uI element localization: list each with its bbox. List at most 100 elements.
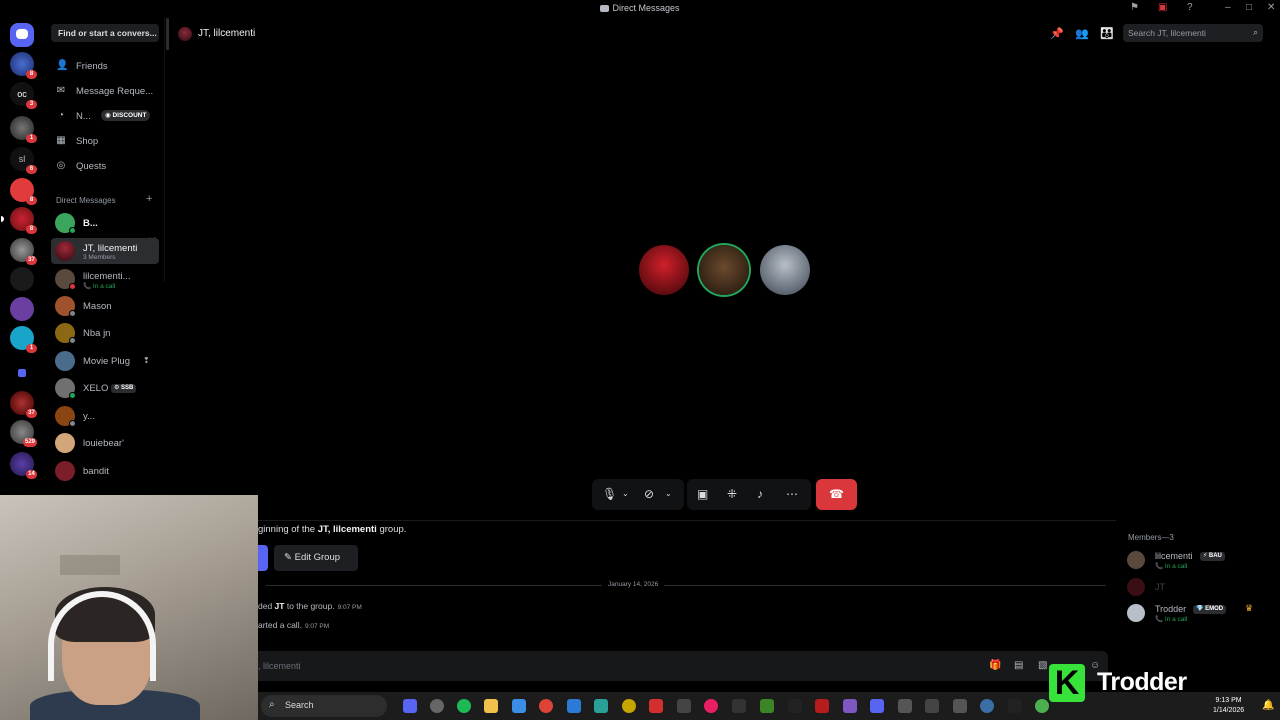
member-item[interactable]: Trodder 💎 EMOD ♛ 📞 In a call bbox=[1127, 602, 1277, 626]
dm-item-selected[interactable]: JT, lilcementi 3 Members bbox=[51, 238, 159, 264]
activities-icon[interactable]: ⁜ bbox=[727, 487, 737, 501]
channel-header: JT, lilcementi 📌 👥 👪 Search JT, lilcemen… bbox=[165, 18, 1280, 50]
message-input[interactable]: , lilcementi 🎁 ▤ ▧ ☺ bbox=[258, 651, 1108, 681]
window-title: Direct Messages bbox=[0, 3, 1280, 13]
member-item[interactable]: JT bbox=[1127, 576, 1277, 600]
dm-item[interactable]: lilcementi... 📞 In a call bbox=[51, 266, 1198, 720]
app-icon[interactable] bbox=[704, 699, 718, 713]
file-explorer-icon[interactable] bbox=[484, 699, 498, 713]
create-dm-plus-icon[interactable]: + bbox=[146, 193, 152, 205]
taskbar-search[interactable]: ⌕ Search bbox=[261, 695, 387, 717]
app-icon[interactable] bbox=[953, 699, 967, 713]
close-window-icon[interactable]: ✕ bbox=[1267, 2, 1275, 13]
app-icon[interactable] bbox=[649, 699, 663, 713]
pencil-icon: ✎ bbox=[284, 552, 295, 563]
nav-quests[interactable]: ◎ Quests bbox=[51, 155, 159, 177]
dm-item[interactable]: bandit bbox=[51, 458, 159, 484]
dm-item[interactable]: B... bbox=[51, 210, 159, 236]
sticker-icon[interactable]: ▧ bbox=[1038, 660, 1047, 671]
add-friends-icon[interactable]: 👥 bbox=[1075, 27, 1089, 40]
app-icon[interactable] bbox=[677, 699, 691, 713]
screen-share-icon[interactable]: ▣ bbox=[697, 487, 708, 501]
notification-bell-icon[interactable]: 🔔 bbox=[1262, 700, 1274, 711]
folder-icon[interactable] bbox=[10, 361, 34, 385]
app-icon[interactable] bbox=[843, 699, 857, 713]
chevron-down-icon[interactable]: ⌄ bbox=[665, 487, 672, 501]
nav-message-requests[interactable]: ✉ Message Reque... bbox=[51, 80, 159, 102]
discord-taskbar-icon[interactable] bbox=[403, 699, 417, 713]
app-icon[interactable] bbox=[980, 699, 994, 713]
system-clock[interactable]: 9:13 PM 1/14/2026 bbox=[1213, 696, 1244, 716]
maximize-icon[interactable]: □ bbox=[1246, 2, 1252, 13]
find-conversation-button[interactable]: Find or start a convers... bbox=[51, 24, 159, 42]
server-icon[interactable]: 37 bbox=[10, 391, 37, 418]
server-icon[interactable]: 37 bbox=[10, 238, 37, 265]
app-icon[interactable] bbox=[1008, 699, 1022, 713]
camera-off-icon[interactable]: ⊘ bbox=[644, 487, 654, 501]
microphone-icon[interactable]: 🎙 bbox=[602, 487, 617, 501]
app-icon[interactable] bbox=[732, 699, 746, 713]
shop-icon: ▦ bbox=[56, 135, 66, 146]
dm-item[interactable]: Movie Plug ❢ bbox=[51, 348, 159, 374]
app-icon[interactable] bbox=[622, 699, 636, 713]
help-icon[interactable]: ? bbox=[1187, 2, 1193, 13]
more-options-icon[interactable]: ⋯ bbox=[786, 487, 798, 501]
chevron-down-icon[interactable]: ⌄ bbox=[622, 487, 629, 501]
participant-avatar[interactable] bbox=[760, 245, 810, 295]
server-icon[interactable]: sl 6 bbox=[10, 147, 37, 174]
server-icon[interactable] bbox=[10, 297, 34, 321]
monitor-icon[interactable]: ▣ bbox=[1158, 2, 1167, 13]
app-icon[interactable] bbox=[1035, 699, 1049, 713]
nav-shop[interactable]: ▦ Shop bbox=[51, 130, 159, 152]
server-icon[interactable]: 8 bbox=[1, 207, 37, 234]
gif-icon[interactable]: ▤ bbox=[1014, 660, 1023, 671]
member-item[interactable]: lilcementi ⚡ BAU 📞 In a call bbox=[1127, 549, 1277, 573]
app-icon[interactable] bbox=[870, 699, 884, 713]
system-message: arted a call. 9:07 PM bbox=[258, 620, 330, 630]
edit-group-button[interactable]: ✎ Edit Group bbox=[274, 545, 358, 571]
avatar bbox=[55, 351, 75, 371]
app-icon[interactable] bbox=[594, 699, 608, 713]
home-button[interactable] bbox=[10, 23, 34, 47]
envelope-icon: ✉ bbox=[56, 85, 66, 96]
nav-nitro[interactable]: ◔ N... ◉ DISCOUNT bbox=[51, 105, 159, 127]
server-icon[interactable]: 8 bbox=[10, 178, 37, 205]
disconnect-button[interactable]: ☎ bbox=[816, 479, 857, 510]
search-input[interactable]: Search JT, lilcementi ⌕ bbox=[1123, 24, 1263, 42]
audio-video-controls: 🎙 ⌄ ⊘ ⌄ bbox=[592, 479, 684, 510]
participant-avatar-speaking[interactable] bbox=[699, 245, 749, 295]
pin-icon[interactable]: 📌 bbox=[1050, 27, 1064, 40]
dm-item[interactable]: louiebear' bbox=[51, 430, 159, 456]
minimize-icon[interactable]: – bbox=[1225, 2, 1231, 13]
minecraft-icon[interactable] bbox=[760, 699, 774, 713]
dm-item[interactable]: XELO ⚙ SSB bbox=[51, 375, 159, 401]
server-icon[interactable]: 14 bbox=[10, 452, 37, 479]
nav-friends[interactable]: 👤 Friends bbox=[51, 55, 159, 77]
dm-item[interactable]: Mason bbox=[51, 293, 159, 319]
app-icon[interactable] bbox=[430, 699, 444, 713]
app-icon[interactable] bbox=[567, 699, 581, 713]
member-list-icon[interactable]: 👪 bbox=[1100, 27, 1114, 40]
server-icon[interactable]: 529 bbox=[10, 420, 37, 447]
server-icon[interactable] bbox=[10, 267, 34, 291]
soundboard-icon[interactable]: ♪ bbox=[757, 487, 763, 501]
server-icon[interactable]: 1 bbox=[10, 326, 37, 353]
server-tag-badge: 💎 EMOD bbox=[1193, 605, 1227, 614]
invite-button[interactable] bbox=[258, 545, 268, 571]
inbox-flag-icon[interactable]: ⚑ bbox=[1130, 2, 1139, 13]
server-icon[interactable]: ᴏc 3 bbox=[10, 82, 37, 109]
app-icon[interactable] bbox=[815, 699, 829, 713]
app-icon[interactable] bbox=[898, 699, 912, 713]
app-icon[interactable] bbox=[512, 699, 526, 713]
gift-icon[interactable]: 🎁 bbox=[989, 660, 1001, 671]
server-icon[interactable]: 1 bbox=[10, 116, 37, 143]
app-icon[interactable] bbox=[788, 699, 802, 713]
spotify-icon[interactable] bbox=[457, 699, 471, 713]
dm-item[interactable]: y... bbox=[51, 403, 159, 429]
server-icon[interactable]: 8 bbox=[10, 52, 37, 79]
chrome-icon[interactable] bbox=[539, 699, 553, 713]
dm-item[interactable]: Nba jn bbox=[51, 320, 159, 346]
participant-avatar[interactable] bbox=[639, 245, 689, 295]
app-icon[interactable] bbox=[925, 699, 939, 713]
title-bar: Direct Messages ⚑ ▣ ? – □ ✕ bbox=[0, 0, 1280, 18]
